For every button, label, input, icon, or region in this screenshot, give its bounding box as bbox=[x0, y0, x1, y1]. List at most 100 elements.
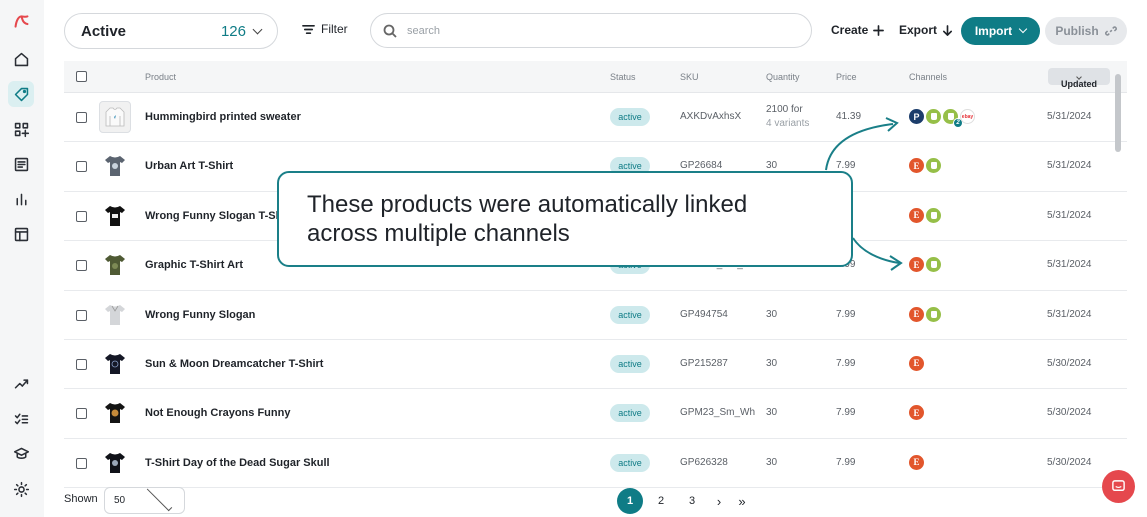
tooltip-callout: These products were automatically linked… bbox=[277, 171, 853, 267]
filter-label: Filter bbox=[321, 22, 348, 36]
product-thumbnail bbox=[99, 299, 131, 331]
filter-button[interactable]: Filter bbox=[302, 22, 348, 36]
tshirt-icon bbox=[105, 403, 125, 424]
col-product: Product bbox=[145, 72, 177, 82]
row-checkbox[interactable] bbox=[76, 161, 87, 173]
create-button[interactable]: Create bbox=[831, 23, 885, 37]
chat-support-button[interactable] bbox=[1102, 470, 1135, 503]
products-table: Product Status SKU Quantity Price Channe… bbox=[64, 61, 1127, 489]
price-value: 7.99 bbox=[836, 357, 856, 369]
shopify-channel-icon[interactable] bbox=[926, 306, 941, 322]
page-3-button[interactable]: 3 bbox=[679, 488, 705, 514]
publish-button[interactable]: Publish bbox=[1045, 17, 1127, 45]
table-scrollbar[interactable] bbox=[1115, 74, 1121, 152]
search-box[interactable] bbox=[370, 13, 812, 48]
channels-list: E bbox=[909, 355, 924, 371]
table-row[interactable]: Wrong Funny Slogan active GP494754 30 7.… bbox=[64, 291, 1127, 340]
page-1-button[interactable]: 1 bbox=[617, 488, 643, 514]
etsy-channel-icon[interactable]: E bbox=[909, 257, 924, 273]
row-checkbox[interactable] bbox=[76, 112, 87, 123]
shopify-channel-icon[interactable] bbox=[926, 109, 941, 124]
brand-logo-icon[interactable] bbox=[8, 8, 34, 34]
sku-value: GPM23_Sm_Wh bbox=[680, 407, 756, 419]
updated-date: 5/30/2024 bbox=[1047, 407, 1092, 419]
sweater-icon bbox=[105, 107, 125, 127]
channels-list: E bbox=[909, 257, 941, 273]
export-button[interactable]: Export bbox=[899, 23, 953, 37]
product-thumbnail bbox=[99, 200, 131, 232]
chevron-down-icon bbox=[252, 24, 263, 34]
bar-chart-icon[interactable] bbox=[8, 186, 34, 212]
import-label: Import bbox=[974, 24, 1013, 38]
pagination: 1 2 3 › » bbox=[617, 488, 751, 514]
etsy-channel-icon[interactable]: E bbox=[909, 306, 924, 322]
sort-updated-button[interactable]: Updated bbox=[1048, 68, 1110, 89]
row-checkbox[interactable] bbox=[76, 457, 87, 469]
ebay-channel-icon[interactable]: ebay bbox=[960, 109, 975, 124]
row-checkbox[interactable] bbox=[76, 309, 87, 321]
search-input[interactable] bbox=[407, 24, 787, 37]
product-name[interactable]: Urban Art T-Shirt bbox=[145, 160, 233, 172]
layout-icon[interactable] bbox=[8, 221, 34, 247]
shopify-channel-icon[interactable] bbox=[926, 257, 941, 273]
quantity-main: 2100 for bbox=[766, 104, 803, 115]
updated-date: 5/31/2024 bbox=[1047, 160, 1092, 172]
page-size-select[interactable]: 50 bbox=[104, 485, 185, 514]
product-thumbnail bbox=[99, 249, 131, 281]
etsy-channel-icon[interactable]: E bbox=[909, 355, 924, 371]
table-row[interactable]: Sun & Moon Dreamcatcher T-Shirt active G… bbox=[64, 340, 1127, 390]
product-thumbnail bbox=[99, 447, 131, 479]
filter-lines-icon bbox=[302, 24, 315, 34]
product-name[interactable]: Wrong Funny Slogan bbox=[145, 309, 255, 321]
trending-icon[interactable] bbox=[8, 370, 34, 396]
next-page-icon[interactable]: › bbox=[710, 494, 728, 509]
apps-add-icon[interactable] bbox=[8, 116, 34, 142]
quantity-value: 30 bbox=[766, 357, 778, 369]
shopify-channel-icon[interactable]: 2 bbox=[943, 109, 963, 128]
price-value: 7.99 bbox=[836, 160, 856, 172]
document-icon[interactable] bbox=[8, 151, 34, 177]
product-name[interactable]: Sun & Moon Dreamcatcher T-Shirt bbox=[145, 358, 323, 370]
table-row[interactable]: T-Shirt Day of the Dead Sugar Skull acti… bbox=[64, 439, 1127, 489]
table-row[interactable]: Not Enough Crayons Funny active GPM23_Sm… bbox=[64, 389, 1127, 439]
channels-list: P 2 ebay bbox=[909, 109, 975, 128]
product-name[interactable]: Wrong Funny Slogan T-Sh bbox=[145, 210, 282, 222]
product-name[interactable]: Not Enough Crayons Funny bbox=[145, 407, 290, 419]
product-name[interactable]: T-Shirt Day of the Dead Sugar Skull bbox=[145, 457, 330, 469]
sku-value: GP26684 bbox=[680, 160, 723, 172]
paypal-channel-icon[interactable]: P bbox=[909, 109, 924, 124]
graduation-cap-icon[interactable] bbox=[8, 440, 34, 466]
arrow-down-icon bbox=[943, 24, 953, 36]
shopify-channel-icon[interactable] bbox=[926, 207, 941, 223]
etsy-channel-icon[interactable]: E bbox=[909, 405, 924, 421]
sku-value: GP215287 bbox=[680, 357, 728, 369]
table-row[interactable]: Hummingbird printed sweater active AXKDv… bbox=[64, 93, 1127, 143]
page-2-button[interactable]: 2 bbox=[648, 488, 674, 514]
settings-gear-icon[interactable] bbox=[8, 476, 34, 502]
row-checkbox[interactable] bbox=[76, 210, 87, 222]
product-name[interactable]: Hummingbird printed sweater bbox=[145, 111, 301, 123]
channels-list: E bbox=[909, 158, 941, 174]
status-filter-count: 126 bbox=[220, 22, 246, 40]
status-filter-select[interactable]: Active 126 bbox=[64, 13, 278, 49]
row-checkbox[interactable] bbox=[76, 260, 87, 272]
etsy-channel-icon[interactable]: E bbox=[909, 454, 924, 470]
quantity-value: 30 bbox=[766, 308, 778, 320]
home-icon[interactable] bbox=[8, 46, 34, 72]
last-page-icon[interactable]: » bbox=[733, 494, 751, 509]
import-button[interactable]: Import bbox=[961, 17, 1040, 45]
product-name[interactable]: Graphic T-Shirt Art bbox=[145, 259, 243, 271]
tshirt-icon bbox=[105, 255, 125, 276]
chevron-down-icon bbox=[146, 485, 173, 512]
etsy-channel-icon[interactable]: E bbox=[909, 158, 924, 174]
quantity-value: 2100 for 4 variants bbox=[766, 103, 809, 131]
shopify-channel-icon[interactable] bbox=[926, 158, 941, 174]
search-icon bbox=[383, 24, 397, 38]
etsy-channel-icon[interactable]: E bbox=[909, 207, 924, 223]
row-checkbox[interactable] bbox=[76, 358, 87, 370]
tag-icon[interactable] bbox=[8, 81, 34, 107]
row-checkbox[interactable] bbox=[76, 408, 87, 420]
select-all-checkbox[interactable] bbox=[76, 71, 87, 82]
link-icon bbox=[1104, 26, 1117, 36]
checklist-icon[interactable] bbox=[8, 405, 34, 431]
